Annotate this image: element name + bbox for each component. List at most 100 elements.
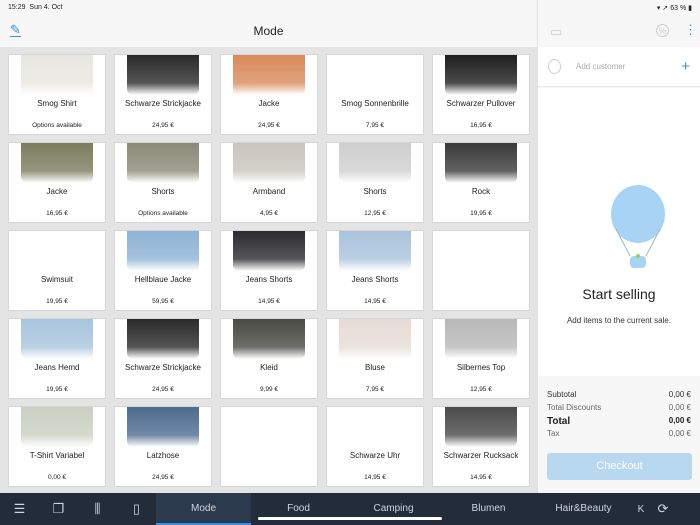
product-image bbox=[127, 231, 199, 271]
bottom-bar: ☰ ❐ ⫼ ▯ Mode Food Camping Blumen Hair&Be… bbox=[0, 493, 700, 525]
product-price: 24,95 € bbox=[258, 122, 280, 129]
screens-icon[interactable]: ❐ bbox=[39, 501, 78, 517]
product-name: Latzhose bbox=[146, 451, 180, 460]
tab-mode[interactable]: Mode bbox=[156, 493, 251, 525]
product-image bbox=[339, 143, 411, 183]
product-name: Jeans Shorts bbox=[245, 275, 293, 284]
discount-icon[interactable]: % bbox=[656, 24, 669, 37]
product-image bbox=[445, 55, 517, 95]
status-bar: 15:29 Sun 4. Oct ▾ ➚ 63 % ▮ bbox=[0, 0, 700, 16]
product-image bbox=[233, 143, 305, 183]
add-customer-row[interactable]: Add customer + bbox=[538, 47, 700, 87]
tab-blumen[interactable]: Blumen bbox=[441, 493, 536, 525]
wifi-icon: ▾ bbox=[656, 5, 661, 12]
product-name: Schwarze Strickjacke bbox=[124, 363, 202, 372]
product-tile[interactable]: Jeans Shorts 14,95 € bbox=[220, 230, 318, 311]
product-price: 16,95 € bbox=[46, 210, 68, 217]
discounts-label: Total Discounts bbox=[547, 403, 602, 412]
product-name: Shorts bbox=[151, 187, 175, 196]
product-price: 14,95 € bbox=[364, 298, 386, 305]
product-name: Swimsuit bbox=[40, 275, 73, 284]
product-price: 12,95 € bbox=[364, 210, 386, 217]
product-name: Jacke bbox=[258, 99, 280, 108]
product-image bbox=[233, 55, 305, 95]
product-tile[interactable]: Schwarzer Pullover 16,95 € bbox=[432, 54, 530, 135]
product-image bbox=[21, 407, 93, 447]
product-tile[interactable]: Silbernes Top 12,95 € bbox=[432, 318, 530, 399]
discounts-value: 0,00 € bbox=[668, 403, 691, 412]
product-image bbox=[127, 55, 199, 95]
total-value: 0,00 € bbox=[668, 416, 691, 425]
product-name: Shorts bbox=[363, 187, 387, 196]
tab-hair-beauty[interactable]: Hair&Beauty bbox=[536, 493, 631, 525]
product-price: Options available bbox=[138, 210, 188, 217]
product-price: 19,95 € bbox=[470, 210, 492, 217]
tab-food[interactable]: Food bbox=[251, 493, 346, 525]
product-tile[interactable]: Bluse 7,95 € bbox=[326, 318, 424, 399]
product-price: 12,95 € bbox=[470, 386, 492, 393]
add-customer-label: Add customer bbox=[576, 62, 626, 71]
product-tile[interactable]: Latzhose 24,95 € bbox=[114, 406, 212, 487]
empty-tile bbox=[432, 230, 530, 311]
product-price: 14,95 € bbox=[258, 298, 280, 305]
header: ✎ Mode bbox=[0, 16, 537, 47]
product-tile[interactable]: Jeans Shorts 14,95 € bbox=[326, 230, 424, 311]
product-tile[interactable]: Schwarze Strickjacke 24,95 € bbox=[114, 54, 212, 135]
subtotal-label: Subtotal bbox=[547, 390, 577, 399]
product-name: Armband bbox=[252, 187, 286, 196]
sync-icon[interactable]: ⟳ bbox=[651, 501, 675, 517]
save-icon[interactable]: ▭ bbox=[550, 24, 562, 40]
tab-k[interactable]: K bbox=[631, 504, 651, 515]
product-tile[interactable]: Hellblaue Jacke 59,95 € bbox=[114, 230, 212, 311]
tax-label: Tax bbox=[547, 429, 560, 438]
barcode-search-icon[interactable]: ⫼ bbox=[78, 501, 117, 517]
product-price: 24,95 € bbox=[152, 474, 174, 481]
product-tile[interactable]: Schwarzer Rucksack 14,95 € bbox=[432, 406, 530, 487]
product-tile[interactable]: Smog Sonnenbrille 7,95 € bbox=[326, 54, 424, 135]
product-name: Schwarze Uhr bbox=[349, 451, 401, 460]
balloon-illustration bbox=[611, 185, 665, 268]
product-tile[interactable]: Rock 19,95 € bbox=[432, 142, 530, 223]
product-name: Smog Shirt bbox=[37, 99, 77, 108]
product-tile[interactable]: Schwarze Uhr 14,95 € bbox=[326, 406, 424, 487]
product-tile[interactable]: Shorts Options available bbox=[114, 142, 212, 223]
product-image bbox=[233, 319, 305, 359]
product-price: 24,95 € bbox=[152, 122, 174, 129]
product-tile[interactable]: Kleid 9,99 € bbox=[220, 318, 318, 399]
totals: Subtotal 0,00 € Total Discounts 0,00 € Tot… bbox=[547, 390, 691, 442]
product-image bbox=[21, 143, 93, 183]
battery-icon: ▮ bbox=[688, 5, 692, 12]
status-time: 15:29 bbox=[8, 4, 26, 11]
product-image bbox=[445, 143, 517, 183]
tab-camping[interactable]: Camping bbox=[346, 493, 441, 525]
product-tile[interactable]: Jacke 16,95 € bbox=[8, 142, 106, 223]
product-tile[interactable]: Smog Shirt Options available bbox=[8, 54, 106, 135]
product-tile[interactable]: Armband 4,95 € bbox=[220, 142, 318, 223]
product-price: 4,95 € bbox=[259, 210, 279, 217]
add-customer-plus-icon[interactable]: + bbox=[681, 58, 690, 75]
save-icon[interactable]: ▯ bbox=[117, 501, 156, 517]
product-image bbox=[127, 407, 199, 447]
product-name: Schwarzer Rucksack bbox=[443, 451, 519, 460]
product-price: 14,95 € bbox=[470, 474, 492, 481]
product-name: Bluse bbox=[364, 363, 385, 372]
product-price: Options available bbox=[32, 122, 82, 129]
more-menu-icon[interactable]: ⋮ bbox=[684, 22, 697, 38]
product-name: Silbernes Top bbox=[456, 363, 506, 372]
tax-value: 0,00 € bbox=[668, 429, 691, 438]
product-tile[interactable]: Jacke 24,95 € bbox=[220, 54, 318, 135]
product-tile[interactable]: Swimsuit 19,95 € bbox=[8, 230, 106, 311]
product-price: 0,00 € bbox=[47, 474, 67, 481]
product-tile[interactable]: Shorts 12,95 € bbox=[326, 142, 424, 223]
product-grid: Smog Shirt Options available Schwarze St… bbox=[0, 47, 537, 493]
checkout-button[interactable]: Checkout bbox=[547, 453, 692, 480]
product-tile[interactable]: Jeans Hemd 19,95 € bbox=[8, 318, 106, 399]
product-image bbox=[127, 319, 199, 359]
menu-icon[interactable]: ☰ bbox=[0, 501, 39, 517]
product-image bbox=[21, 55, 93, 95]
page-title: Mode bbox=[253, 24, 284, 38]
status-date: Sun 4. Oct bbox=[29, 4, 63, 11]
product-tile[interactable]: Schwarze Strickjacke 24,95 € bbox=[114, 318, 212, 399]
product-tile[interactable]: T-Shirt Variabel 0,00 € bbox=[8, 406, 106, 487]
product-price: 9,99 € bbox=[259, 386, 279, 393]
